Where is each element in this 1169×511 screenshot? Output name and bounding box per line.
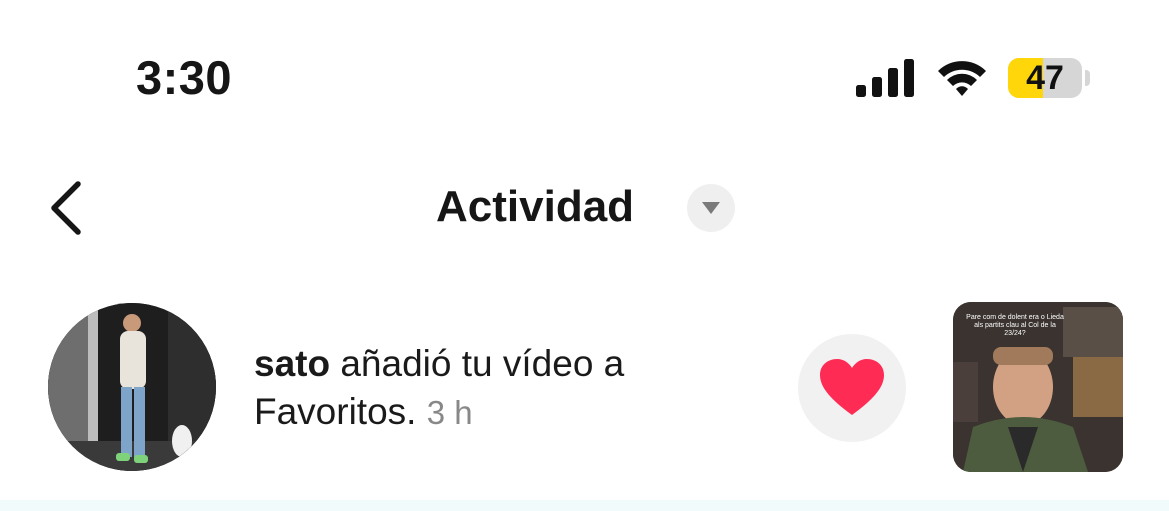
video-thumbnail[interactable]: Pare com de dolent era o Lieda als parti… — [953, 302, 1123, 472]
video-thumbnail-caption: Pare com de dolent era o Lieda als parti… — [966, 314, 1064, 337]
battery-nub — [1085, 70, 1090, 86]
reaction-badge — [798, 334, 906, 442]
chevron-left-icon — [51, 181, 81, 235]
activity-username[interactable]: sato — [254, 343, 330, 384]
status-time: 3:30 — [136, 51, 233, 104]
wifi-icon — [938, 61, 986, 96]
title-dropdown-button[interactable] — [687, 184, 735, 232]
back-button[interactable] — [40, 176, 94, 240]
cellular-signal-icon — [856, 59, 914, 97]
page-title[interactable]: Actividad — [436, 180, 634, 234]
caret-down-icon — [702, 202, 720, 214]
activity-time: 3 h — [426, 394, 473, 431]
avatar-photo — [48, 303, 216, 471]
battery-level: 47 — [1026, 58, 1064, 97]
next-item-edge — [0, 500, 1169, 511]
activity-message: sato añadió tu vídeo a Favoritos. 3 h — [254, 340, 774, 437]
avatar[interactable] — [48, 303, 216, 471]
heart-icon — [820, 359, 884, 415]
battery-indicator: 47 — [1008, 58, 1082, 98]
